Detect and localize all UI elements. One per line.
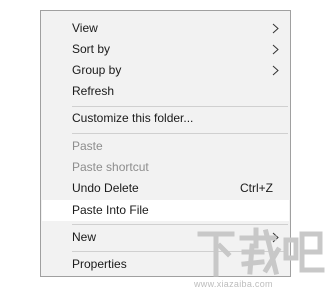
menu-item-label: Paste shortcut (72, 160, 149, 174)
menu-item-label: Refresh (72, 84, 115, 98)
chevron-right-icon (272, 44, 279, 55)
menu-item-paste-into-file[interactable]: Paste Into File (42, 200, 289, 221)
menu-item-view[interactable]: View (41, 18, 290, 39)
menu-item-label: New (72, 230, 97, 244)
menu-separator (72, 106, 288, 107)
menu-item-label: Undo Delete (72, 181, 139, 195)
menu-item-label: Paste (72, 139, 103, 153)
menu-item-label: Sort by (72, 42, 111, 56)
menu-separator (72, 133, 288, 134)
menu-item-label: View (72, 21, 98, 35)
menu-item-label: Paste Into File (72, 203, 149, 217)
watermark-url: www.xiazaiba.com (194, 279, 273, 289)
menu-item-undo-delete[interactable]: Undo Delete Ctrl+Z (41, 178, 290, 199)
menu-item-refresh[interactable]: Refresh (41, 81, 290, 102)
menu-item-group-by[interactable]: Group by (41, 60, 290, 81)
menu-item-paste: Paste (41, 136, 290, 157)
menu-item-label: Customize this folder... (72, 111, 194, 125)
watermark-logo-icon (197, 227, 325, 277)
chevron-right-icon (272, 23, 279, 34)
menu-item-sort-by[interactable]: Sort by (41, 39, 290, 60)
menu-item-label: Group by (72, 63, 122, 77)
chevron-right-icon (272, 65, 279, 76)
menu-item-paste-shortcut: Paste shortcut (41, 157, 290, 178)
site-watermark: www.xiazaiba.com (194, 224, 326, 290)
menu-item-customize-folder[interactable]: Customize this folder... (41, 108, 290, 129)
menu-item-shortcut: Ctrl+Z (240, 181, 273, 195)
menu-item-label: Properties (72, 257, 127, 271)
